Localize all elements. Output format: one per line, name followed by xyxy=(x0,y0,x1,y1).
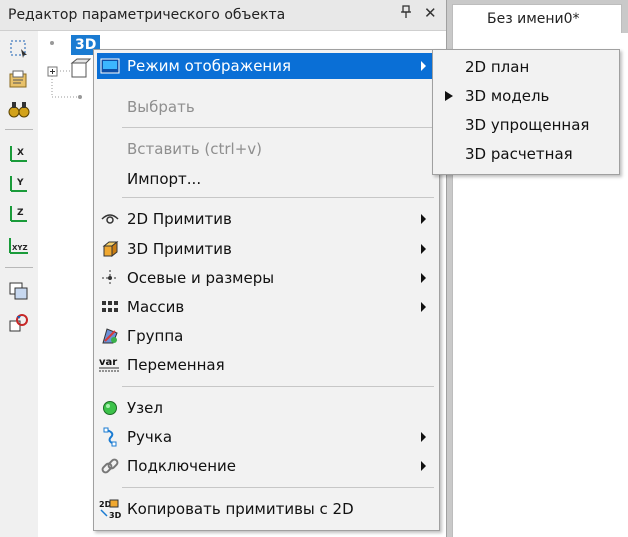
submenu-item-label: 2D план xyxy=(465,58,530,76)
menu-item-3d-primitive[interactable]: 3D Примитив xyxy=(97,236,434,262)
panel-title-bar: Редактор параметрического объекта ✕ xyxy=(0,0,446,31)
submenu-arrow-icon xyxy=(421,432,426,442)
submenu-arrow-icon xyxy=(421,461,426,471)
axes-dimensions-icon xyxy=(99,268,121,288)
menu-item-label: Вставить (ctrl+v) xyxy=(127,140,263,158)
axis-xyz-label: XYZ xyxy=(12,244,28,252)
submenu-arrow-icon xyxy=(421,302,426,312)
submenu-arrow-icon xyxy=(421,61,426,71)
connection-icon xyxy=(99,456,121,476)
menu-item-display-mode[interactable]: Режим отображения xyxy=(97,53,434,79)
document-tab[interactable]: Без имени0* xyxy=(452,4,622,33)
axis-y-tool-icon[interactable]: Y xyxy=(6,171,32,195)
menu-item-select[interactable]: Выбрать xyxy=(97,94,434,120)
copy-2d-to-3d-icon: 2D 3D xyxy=(99,499,121,520)
menu-item-label: 2D Примитив xyxy=(127,210,232,228)
menu-item-label: Ручка xyxy=(127,428,173,446)
submenu-item-label: 3D упрощенная xyxy=(465,116,590,134)
menu-item-label: Копировать примитивы с 2D xyxy=(127,500,354,518)
select-area-tool-icon[interactable] xyxy=(6,37,32,61)
pin-icon[interactable] xyxy=(400,5,412,23)
menu-separator xyxy=(122,197,434,198)
selected-marker-icon xyxy=(445,91,453,101)
submenu-item-label: 3D расчетная xyxy=(465,145,573,163)
handle-icon xyxy=(99,427,121,447)
submenu-arrow-icon xyxy=(421,214,426,224)
menu-item-copy-primitives-2d[interactable]: 2D 3D Копировать примитивы с 2D xyxy=(97,496,434,522)
menu-separator xyxy=(122,386,434,387)
submenu-item-label: 3D модель xyxy=(465,87,550,105)
toolbar-separator xyxy=(5,267,33,268)
menu-item-connection[interactable]: Подключение xyxy=(97,453,434,479)
axis-x-tool-icon[interactable]: X xyxy=(6,141,32,165)
menu-item-axes-dimensions[interactable]: Осевые и размеры xyxy=(97,265,434,291)
array-icon xyxy=(99,297,121,317)
toolbar-separator xyxy=(5,129,33,130)
display-mode-submenu: 2D план 3D модель 3D упрощенная 3D расче… xyxy=(432,49,620,175)
find-binoculars-icon[interactable] xyxy=(6,97,32,121)
properties-tool-icon[interactable] xyxy=(6,67,32,91)
menu-item-array[interactable]: Массив xyxy=(97,294,434,320)
submenu-item-3d-simplified[interactable]: 3D упрощенная xyxy=(435,111,615,139)
menu-item-label: Импорт... xyxy=(127,170,202,188)
menu-item-2d-primitive[interactable]: 2D Примитив xyxy=(97,206,434,232)
variable-icon: var xyxy=(99,355,121,375)
vertical-toolbar: X Y Z XYZ xyxy=(0,31,39,537)
menu-item-label: Переменная xyxy=(127,356,225,374)
svg-text:var: var xyxy=(99,357,117,368)
axis-z-label: Z xyxy=(17,208,24,218)
menu-item-label: Массив xyxy=(127,298,185,316)
submenu-item-3d-calculated[interactable]: 3D расчетная xyxy=(435,140,615,168)
context-menu: Режим отображения Выбрать Вставить (ctrl… xyxy=(93,49,440,531)
menu-item-import[interactable]: Импорт... xyxy=(97,166,434,192)
submenu-arrow-icon xyxy=(421,244,426,254)
menu-item-label: 3D Примитив xyxy=(127,240,232,258)
group-icon xyxy=(99,326,121,346)
replace-objects-tool-icon[interactable] xyxy=(6,311,32,335)
menu-item-variable[interactable]: var Переменная xyxy=(97,352,434,378)
node-icon xyxy=(99,398,121,418)
menu-separator xyxy=(122,487,434,488)
submenu-arrow-icon xyxy=(421,273,426,283)
axis-x-label: X xyxy=(17,148,24,158)
axis-y-label: Y xyxy=(16,178,24,188)
menu-item-group[interactable]: Группа xyxy=(97,323,434,349)
primitive-2d-icon xyxy=(99,209,121,229)
menu-item-label: Подключение xyxy=(127,457,236,475)
menu-item-label: Выбрать xyxy=(127,98,195,116)
axis-z-tool-icon[interactable]: Z xyxy=(6,201,32,225)
close-icon[interactable]: ✕ xyxy=(424,4,437,22)
svg-text:3D: 3D xyxy=(109,511,121,520)
submenu-item-2d-plan[interactable]: 2D план xyxy=(435,53,615,81)
panel-title: Редактор параметрического объекта xyxy=(8,7,286,23)
menu-item-label: Узел xyxy=(127,399,163,417)
menu-item-label: Осевые и размеры xyxy=(127,269,275,287)
menu-separator xyxy=(122,127,434,128)
submenu-item-3d-model[interactable]: 3D модель xyxy=(435,82,615,110)
axis-xyz-tool-icon[interactable]: XYZ xyxy=(6,233,32,257)
display-mode-icon xyxy=(99,56,121,76)
menu-item-node[interactable]: Узел xyxy=(97,395,434,421)
menu-item-label: Режим отображения xyxy=(127,57,291,75)
menu-item-label: Группа xyxy=(127,327,184,345)
menu-item-paste[interactable]: Вставить (ctrl+v) xyxy=(97,136,434,162)
menu-item-handle[interactable]: Ручка xyxy=(97,424,434,450)
primitive-3d-icon xyxy=(99,239,121,259)
document-tab-label: Без имени0* xyxy=(487,11,580,27)
copy-objects-tool-icon[interactable] xyxy=(6,279,32,303)
